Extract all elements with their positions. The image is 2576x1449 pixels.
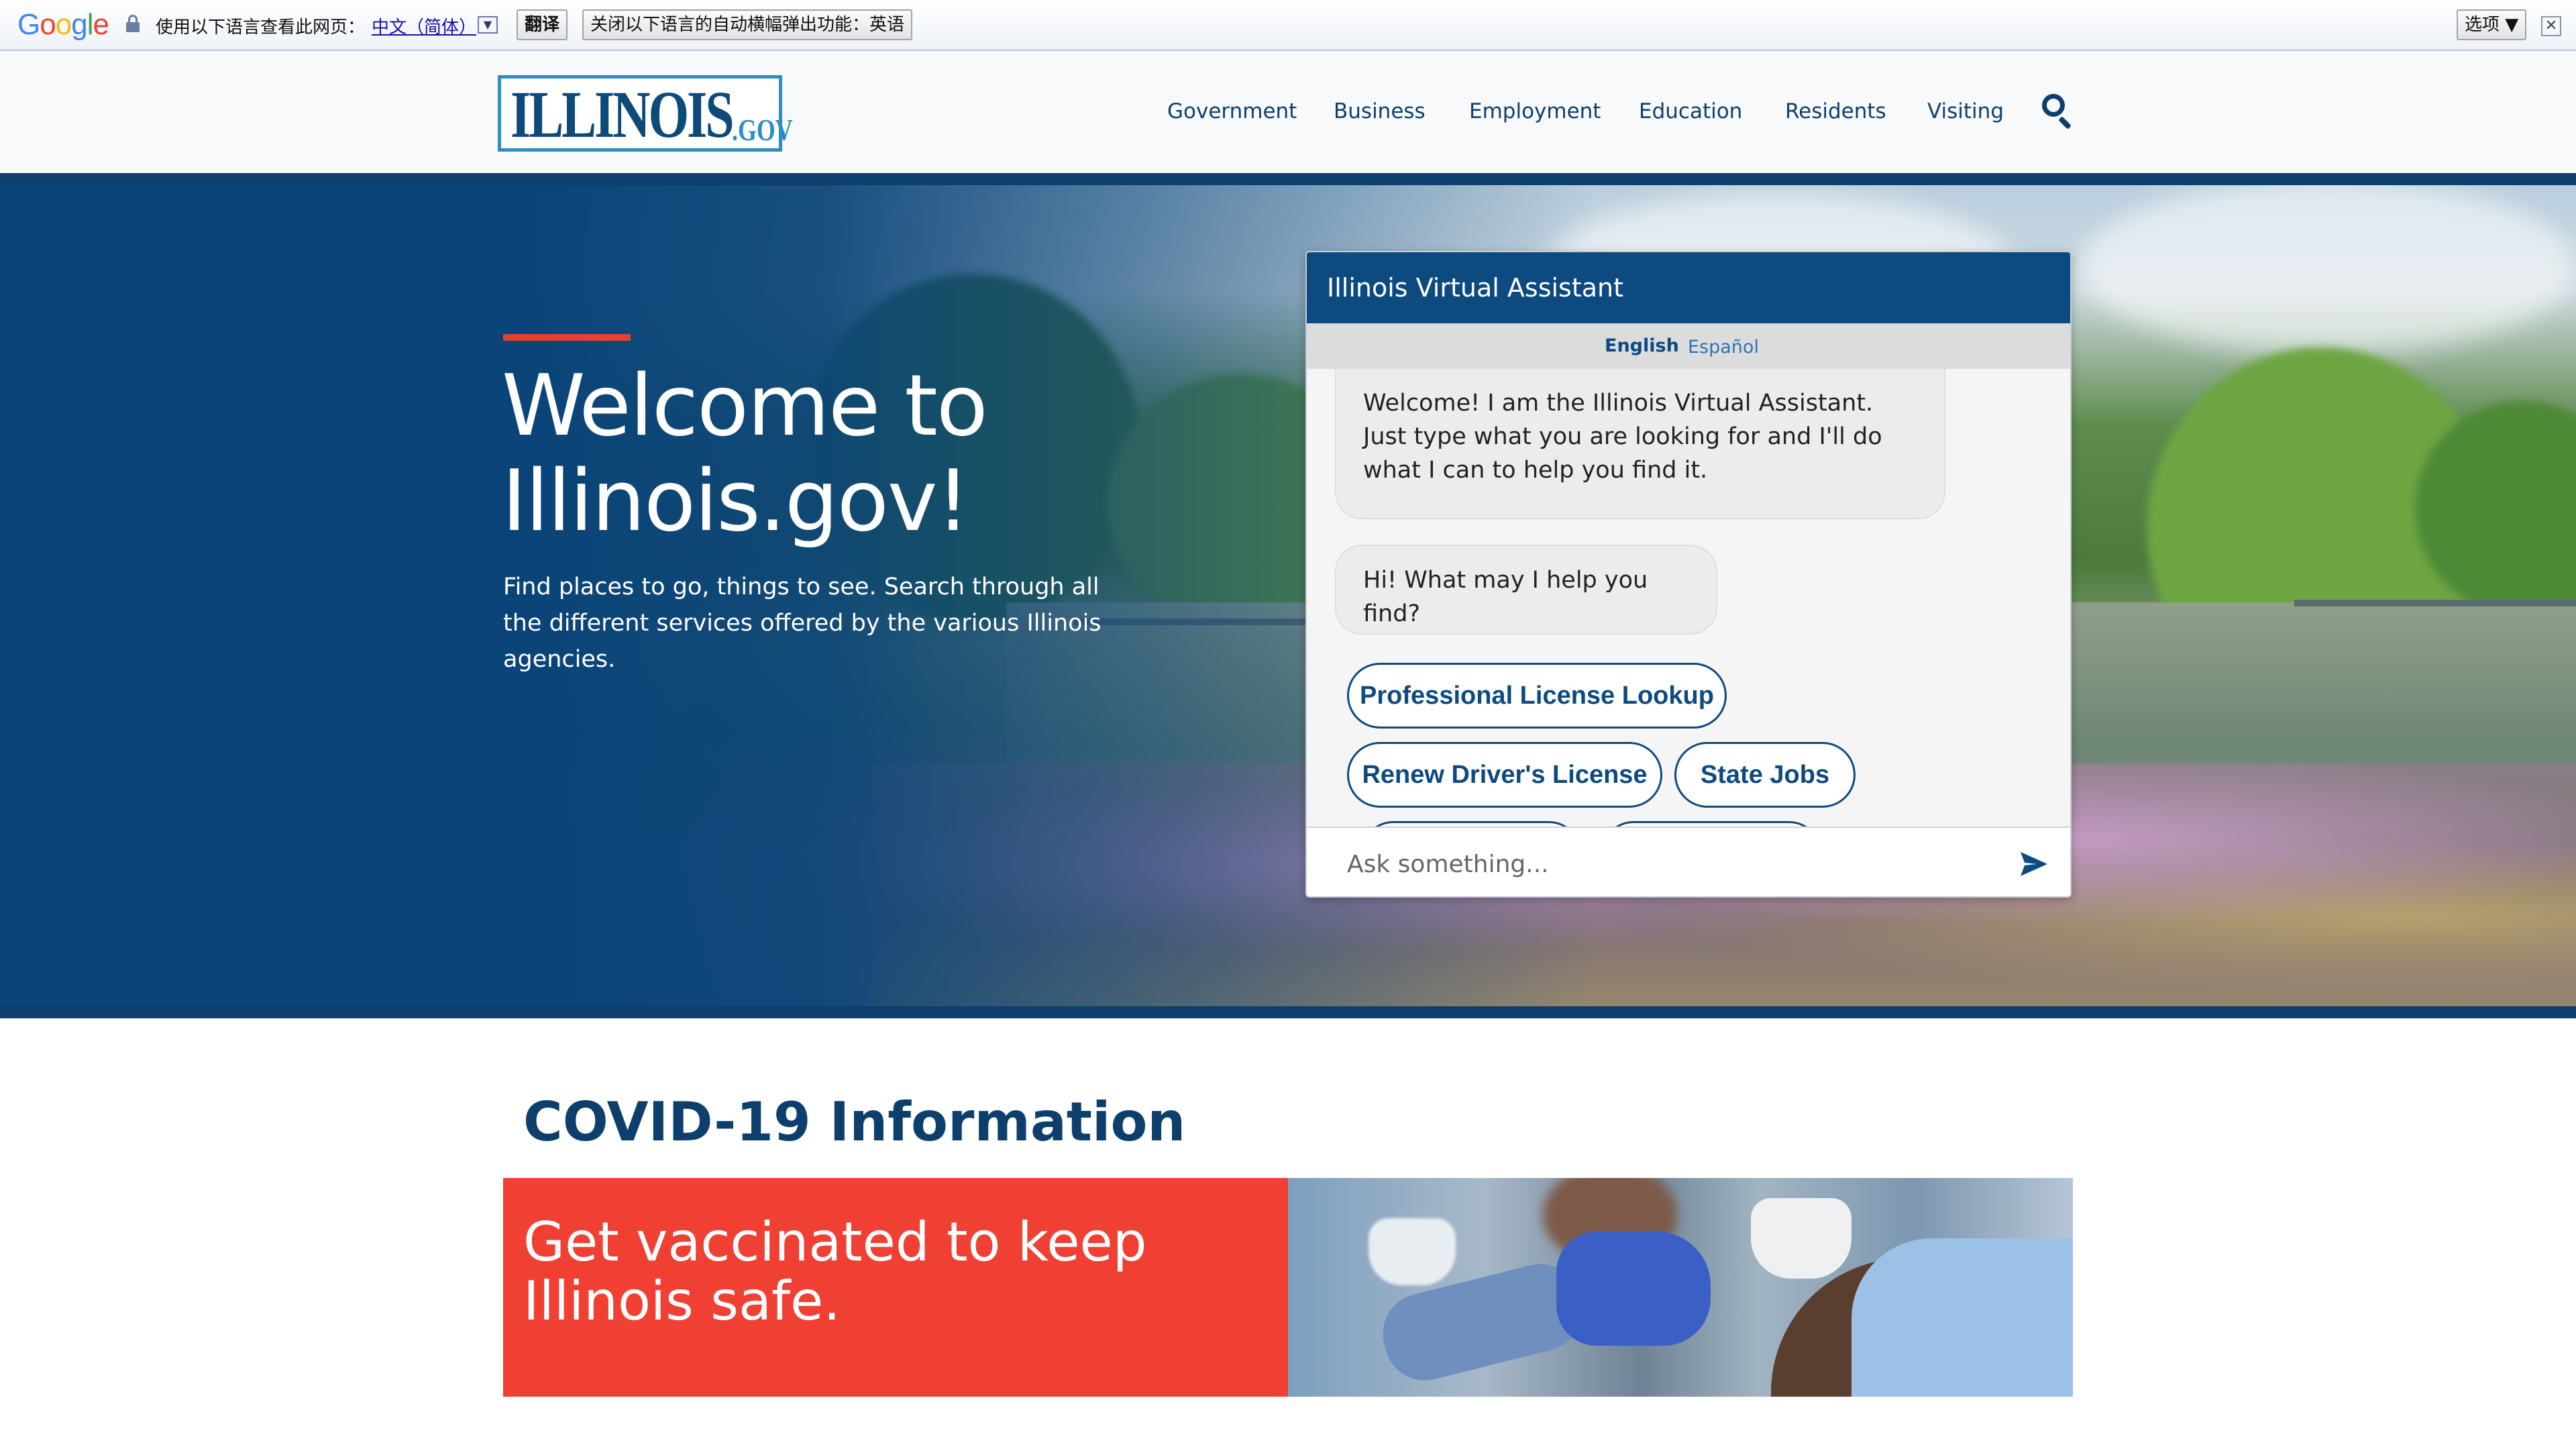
covid-card-text: Get vaccinated to keep Illinois safe. (523, 1211, 1147, 1332)
hero-title: Welcome to Illinois.gov! (502, 356, 988, 550)
covid-vaccine-card[interactable]: Get vaccinated to keep Illinois safe. (503, 1178, 2073, 1397)
google-translate-bar: Google 使用以下语言查看此网页： 中文（简体） ▼ 翻译 关闭以下语言的自… (0, 0, 2576, 51)
language-dropdown-icon[interactable]: ▼ (478, 16, 498, 34)
google-logo: Google (17, 8, 109, 41)
translate-button[interactable]: 翻译 (517, 9, 568, 40)
hero-banner: Welcome to Illinois.gov! Find places to … (0, 173, 2576, 1018)
chat-input[interactable] (1347, 845, 1964, 883)
logo-text: ILLINOIS (511, 77, 735, 152)
covid-heading: COVID-19 Information (523, 1091, 1186, 1153)
site-header: ILLINOIS .GOV Government Business Employ… (0, 51, 2576, 173)
translate-language-link[interactable]: 中文（简体） (372, 13, 476, 38)
turn-off-banner-button[interactable]: 关闭以下语言的自动横幅弹出功能：英语 (582, 9, 913, 40)
hero-subtitle: Find places to go, things to see. Search… (503, 574, 1102, 673)
chat-message: Hi! What may I help you find? (1335, 545, 1717, 635)
close-icon[interactable]: ✕ (2541, 16, 2561, 36)
nav-government[interactable]: Government (1167, 99, 1297, 123)
nav-business[interactable]: Business (1334, 99, 1426, 123)
nav-employment[interactable]: Employment (1469, 99, 1601, 123)
language-espanol[interactable]: Español (1688, 337, 1759, 358)
options-button[interactable]: 选项 ▼ (2457, 9, 2527, 40)
lock-icon (126, 15, 140, 32)
covid-card-text-panel: Get vaccinated to keep Illinois safe. (503, 1178, 1288, 1397)
nav-residents[interactable]: Residents (1785, 99, 1886, 123)
vaccination-photo (1288, 1178, 2073, 1397)
illinois-gov-logo[interactable]: ILLINOIS .GOV (498, 75, 793, 152)
search-icon[interactable] (2042, 94, 2074, 129)
chat-language-switcher: English Español (1307, 323, 2070, 369)
logo-suffix: .GOV (732, 113, 793, 147)
language-english[interactable]: English (1605, 335, 1679, 356)
translate-prompt: 使用以下语言查看此网页： (156, 17, 366, 38)
quick-reply-state-jobs[interactable]: State Jobs (1674, 742, 1856, 808)
nav-education[interactable]: Education (1639, 99, 1742, 123)
chat-input-bar (1307, 826, 2070, 896)
quick-reply-renew-license[interactable]: Renew Driver's License (1347, 742, 1662, 808)
chat-message: Welcome! I am the Illinois Virtual Assis… (1335, 368, 1945, 519)
nav-visiting[interactable]: Visiting (1927, 99, 2004, 123)
chat-title: Illinois Virtual Assistant (1307, 252, 2070, 323)
virtual-assistant-widget: Illinois Virtual Assistant English Españ… (1305, 251, 2072, 898)
quick-reply-license-lookup[interactable]: Professional License Lookup (1347, 663, 1727, 729)
send-icon[interactable] (2019, 851, 2049, 877)
hero-accent-line (503, 334, 631, 341)
